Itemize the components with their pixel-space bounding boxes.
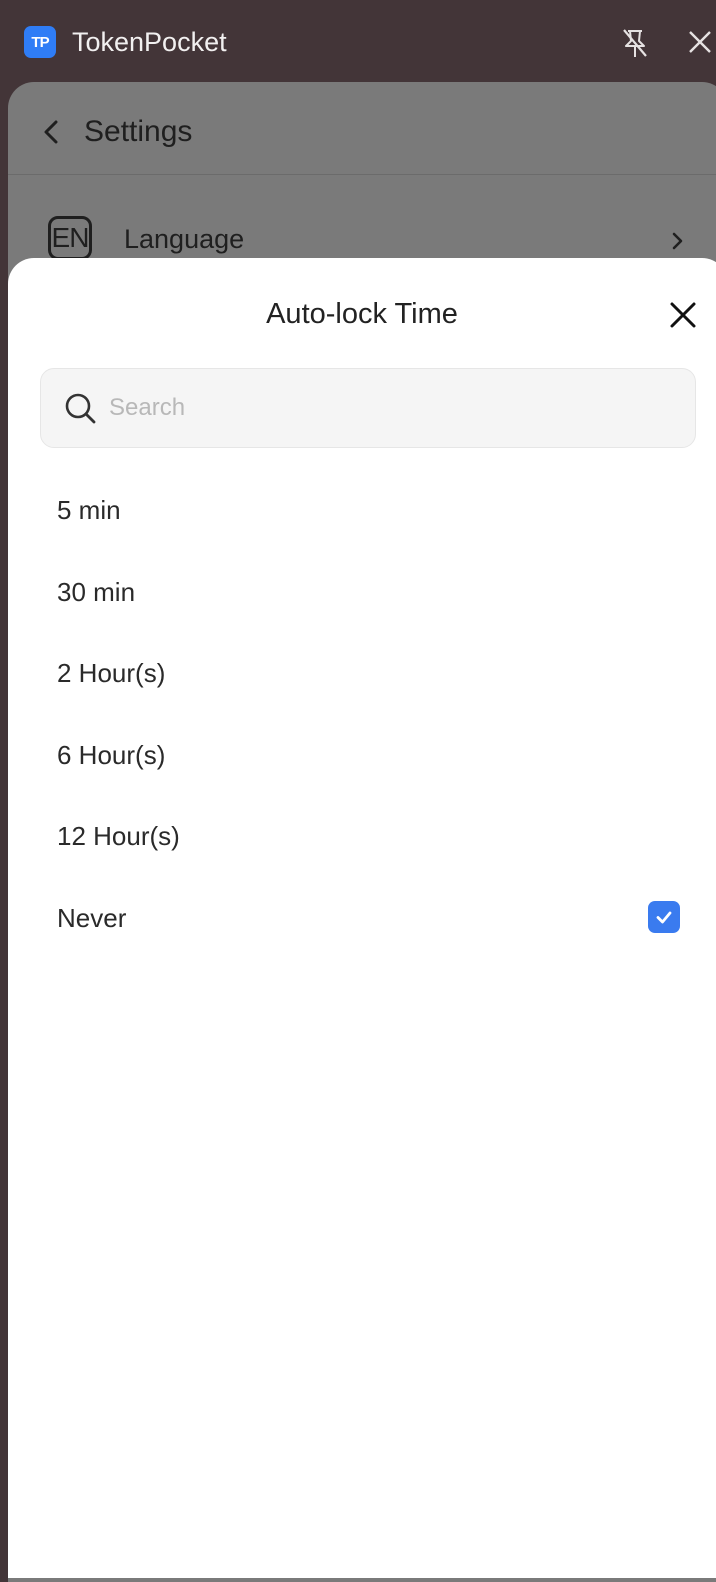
search-icon bbox=[65, 393, 96, 424]
search-input[interactable] bbox=[109, 369, 679, 447]
option-6-hours[interactable]: 6 Hour(s) bbox=[8, 714, 716, 796]
app-title: TokenPocket bbox=[72, 27, 227, 57]
app-logo: TP bbox=[24, 26, 56, 58]
option-label: 2 Hour(s) bbox=[57, 658, 166, 689]
option-label: 30 min bbox=[57, 576, 136, 607]
option-list: 5 min 30 min 2 Hour(s) 6 Hour(s) 12 Hour… bbox=[8, 469, 716, 959]
checkbox-checked-icon[interactable] bbox=[648, 900, 680, 933]
settings-header: Settings bbox=[8, 82, 716, 175]
auto-lock-sheet: Auto-lock Time 5 min 30 min 2 Hour(s) 6 … bbox=[8, 258, 716, 1578]
chevron-right-icon bbox=[672, 232, 683, 250]
option-30-min[interactable]: 30 min bbox=[8, 551, 716, 633]
option-label: 5 min bbox=[57, 495, 121, 525]
settings-item-label: Language bbox=[124, 224, 245, 254]
option-never[interactable]: Never bbox=[8, 877, 716, 959]
sheet-title: Auto-lock Time bbox=[266, 298, 458, 330]
option-12-hours[interactable]: 12 Hour(s) bbox=[8, 795, 716, 877]
option-5-min[interactable]: 5 min bbox=[8, 469, 716, 551]
option-label: Never bbox=[57, 902, 127, 933]
option-label: 12 Hour(s) bbox=[57, 821, 180, 852]
search-box bbox=[40, 368, 696, 448]
unpin-icon[interactable] bbox=[618, 26, 652, 60]
window-titlebar: TP TokenPocket bbox=[0, 0, 716, 84]
option-2-hours[interactable]: 2 Hour(s) bbox=[8, 632, 716, 714]
close-icon[interactable] bbox=[666, 298, 700, 332]
option-label: 6 Hour(s) bbox=[57, 739, 166, 770]
page-title: Settings bbox=[84, 115, 193, 148]
back-icon[interactable] bbox=[40, 116, 64, 148]
window-close-icon[interactable] bbox=[684, 26, 716, 58]
language-en-icon: EN bbox=[48, 216, 92, 260]
